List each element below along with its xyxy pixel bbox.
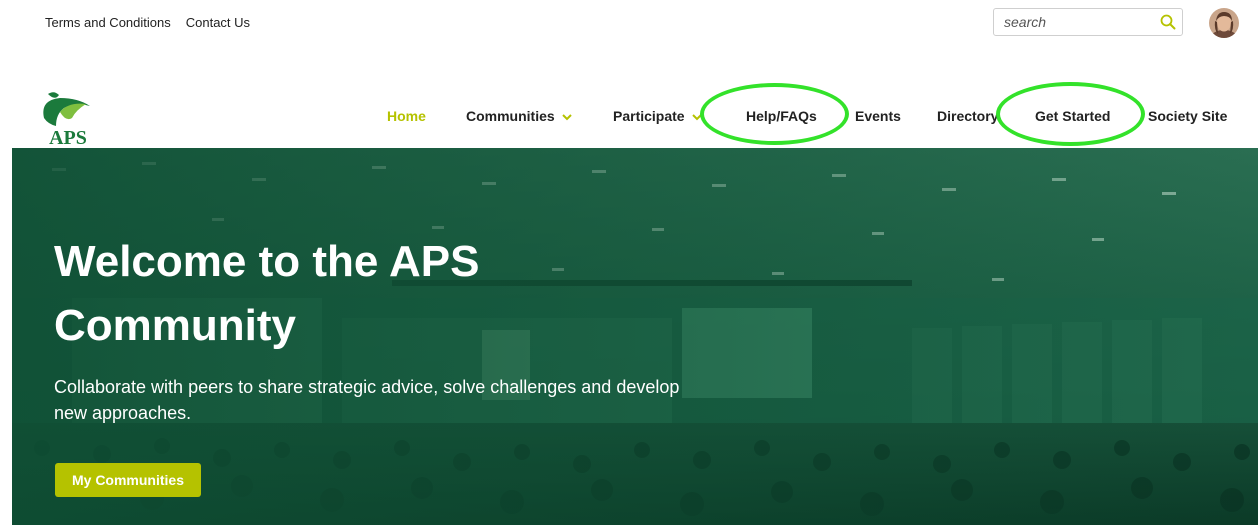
chevron-down-icon bbox=[691, 108, 702, 124]
hero-title: Welcome to the APS Community bbox=[54, 230, 674, 358]
nav-participate-label: Participate bbox=[613, 108, 685, 124]
nav-get-started[interactable]: Get Started bbox=[1035, 108, 1110, 124]
nav-help-faqs-label: Help/FAQs bbox=[746, 108, 817, 124]
hero-subtitle-line-1: Collaborate with peers to share strategi… bbox=[54, 377, 680, 397]
terms-link[interactable]: Terms and Conditions bbox=[45, 15, 171, 30]
hero-banner: Welcome to the APS Community Collaborate… bbox=[12, 148, 1258, 525]
nav-help-faqs[interactable]: Help/FAQs bbox=[746, 108, 817, 124]
hero-subtitle: Collaborate with peers to share strategi… bbox=[54, 374, 794, 426]
search-icon[interactable] bbox=[1159, 13, 1177, 31]
aps-logo-icon bbox=[43, 92, 90, 126]
logo-text: APS bbox=[49, 127, 87, 146]
search-input[interactable] bbox=[1004, 13, 1154, 31]
nav-directory-label: Directory bbox=[937, 108, 999, 124]
nav-get-started-label: Get Started bbox=[1035, 108, 1111, 124]
nav-directory[interactable]: Directory bbox=[937, 108, 998, 124]
my-communities-button[interactable]: My Communities bbox=[55, 463, 201, 497]
contact-us-link[interactable]: Contact Us bbox=[186, 15, 250, 30]
nav-home[interactable]: Home bbox=[387, 108, 426, 124]
nav-communities-label: Communities bbox=[466, 108, 555, 124]
aps-logo[interactable]: APS bbox=[38, 88, 98, 149]
search-box bbox=[993, 8, 1183, 36]
nav-communities[interactable]: Communities bbox=[466, 108, 572, 124]
hero-title-line-2: Community bbox=[54, 301, 296, 350]
nav-home-label: Home bbox=[387, 108, 426, 124]
nav-events-label: Events bbox=[855, 108, 901, 124]
utility-links: Terms and Conditions Contact Us bbox=[45, 15, 250, 30]
nav-society-site[interactable]: Society Site bbox=[1148, 108, 1227, 124]
utility-bar: Terms and Conditions Contact Us bbox=[0, 0, 1258, 46]
user-avatar[interactable] bbox=[1209, 8, 1239, 38]
hero-subtitle-line-2: new approaches. bbox=[54, 403, 192, 423]
nav-participate[interactable]: Participate bbox=[613, 108, 702, 124]
chevron-down-icon bbox=[561, 108, 572, 124]
nav-events[interactable]: Events bbox=[855, 108, 901, 124]
nav-society-site-label: Society Site bbox=[1148, 108, 1228, 124]
hero-title-line-1: Welcome to the APS bbox=[54, 237, 480, 286]
main-nav: APS Home Communities Participate Help/FA… bbox=[0, 80, 1258, 149]
